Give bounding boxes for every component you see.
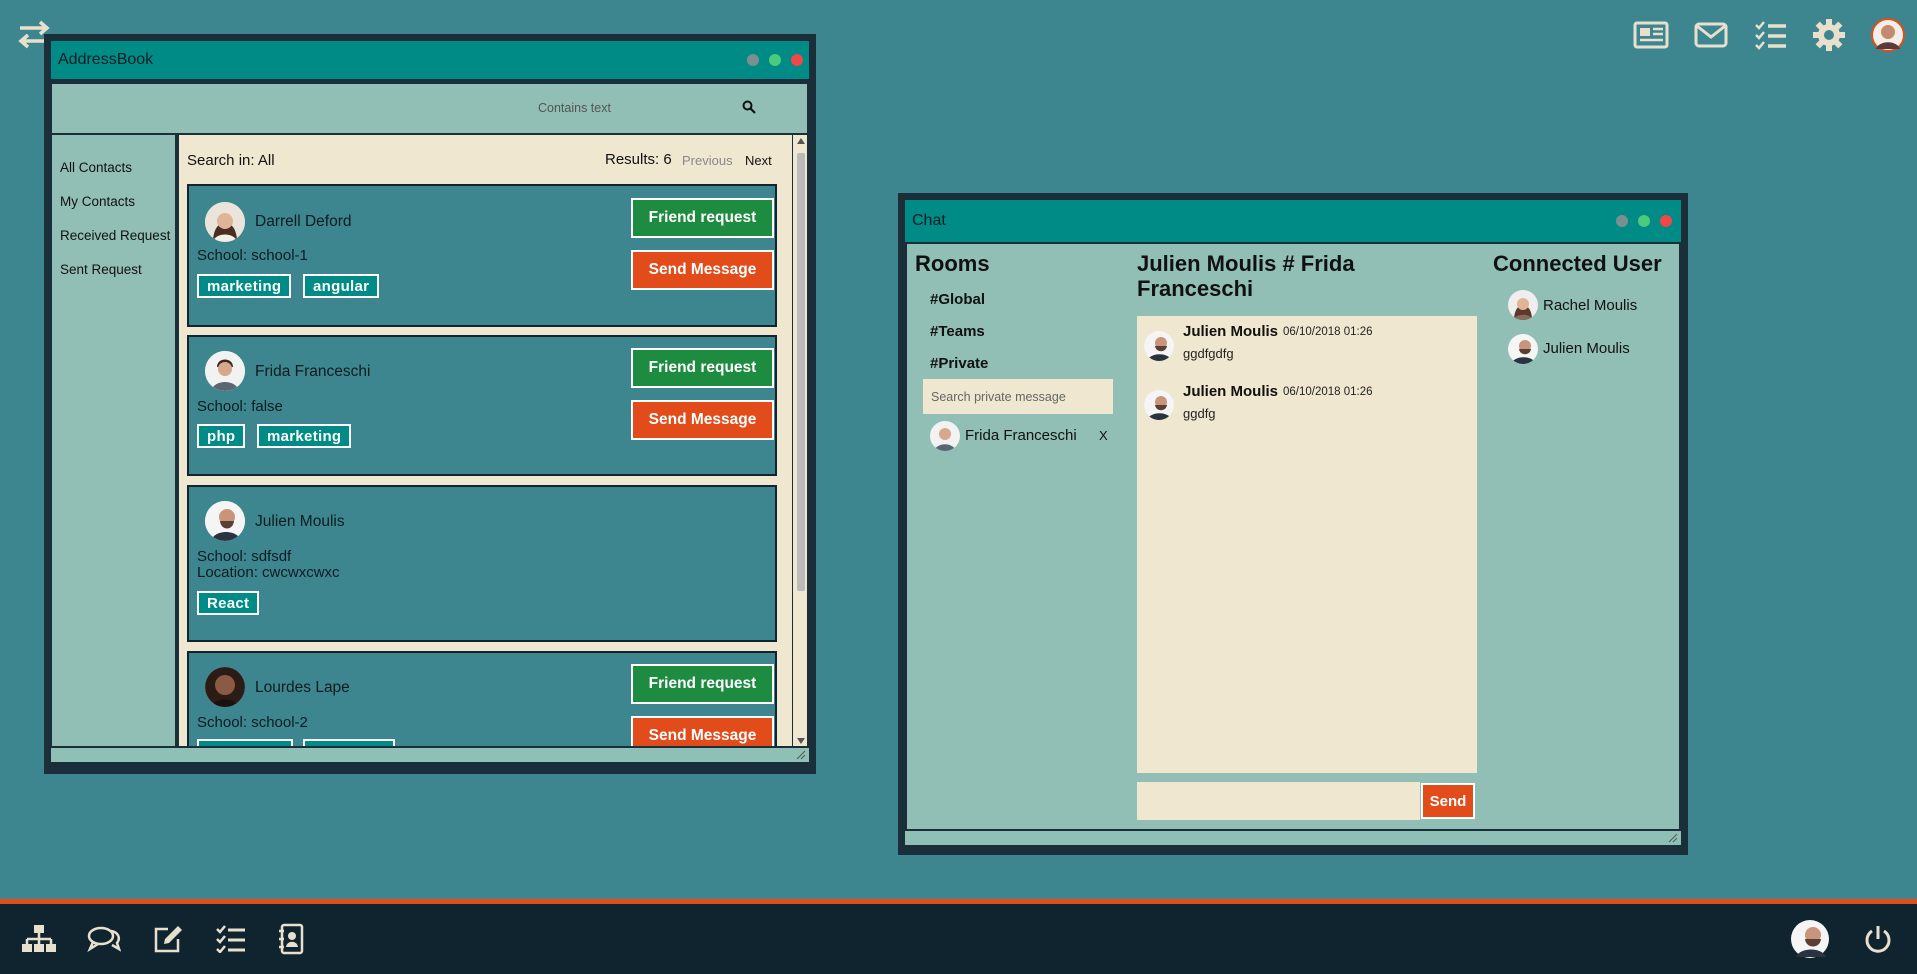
sidebar-item-sent-request[interactable]: Sent Request bbox=[60, 262, 142, 277]
user-avatar[interactable] bbox=[1867, 14, 1909, 56]
message-text: ggdfgdfg bbox=[1183, 346, 1234, 361]
close-button[interactable] bbox=[791, 54, 803, 66]
resize-handle-icon[interactable] bbox=[1668, 833, 1678, 843]
resize-handle-icon[interactable] bbox=[796, 750, 806, 760]
room-private[interactable]: #Private bbox=[930, 355, 988, 372]
minimize-button[interactable] bbox=[1616, 215, 1628, 227]
tag[interactable]: React bbox=[197, 591, 260, 615]
scrollbar-thumb[interactable] bbox=[797, 153, 805, 591]
connected-users-title: Connected User bbox=[1493, 251, 1662, 276]
private-search-input[interactable]: Search private message bbox=[923, 379, 1113, 414]
avatar bbox=[205, 667, 245, 707]
mail-icon[interactable] bbox=[1690, 14, 1732, 56]
avatar bbox=[1508, 290, 1538, 320]
friend-request-button[interactable]: Friend request bbox=[631, 198, 774, 238]
contact-location: Location: cwcwxcwxc bbox=[197, 564, 340, 581]
room-global[interactable]: #Global bbox=[930, 291, 985, 308]
close-button[interactable] bbox=[1660, 215, 1672, 227]
tag[interactable]: marketing bbox=[197, 274, 292, 298]
private-contact-close-button[interactable]: X bbox=[1099, 428, 1108, 443]
tasks-icon[interactable] bbox=[1750, 14, 1792, 56]
contact-school: School: school-2 bbox=[197, 714, 308, 731]
window-statusbar bbox=[905, 831, 1681, 845]
avatar bbox=[205, 202, 245, 242]
maximize-button[interactable] bbox=[769, 54, 781, 66]
scroll-down-icon[interactable] bbox=[797, 738, 805, 744]
send-message-button[interactable]: Send Message bbox=[631, 250, 774, 290]
message-time: 06/10/2018 01:26 bbox=[1283, 386, 1373, 398]
gear-icon[interactable] bbox=[1808, 14, 1850, 56]
news-icon[interactable] bbox=[1630, 14, 1672, 56]
tag[interactable]: angular bbox=[303, 274, 380, 298]
connected-user[interactable]: Julien Moulis bbox=[1543, 340, 1630, 357]
contact-card: Darrell Deford School: school-1 marketin… bbox=[187, 184, 777, 327]
connected-user[interactable]: Rachel Moulis bbox=[1543, 297, 1637, 314]
contact-name[interactable]: Darrell Deford bbox=[255, 213, 351, 231]
tag[interactable] bbox=[197, 739, 293, 746]
search-scope: Search in: All bbox=[187, 152, 275, 169]
message-author: Julien Moulis bbox=[1183, 323, 1279, 340]
addressbook-sidebar: All Contacts My Contacts Received Reques… bbox=[52, 135, 177, 746]
room-teams[interactable]: #Teams bbox=[930, 323, 985, 340]
send-button[interactable]: Send bbox=[1421, 783, 1475, 819]
contact-name[interactable]: Julien Moulis bbox=[255, 513, 345, 531]
user-avatar[interactable] bbox=[1790, 919, 1830, 959]
window-title[interactable]: AddressBook bbox=[51, 41, 809, 79]
sidebar-item-received-request[interactable]: Received Request bbox=[60, 228, 170, 243]
minimize-button[interactable] bbox=[747, 54, 759, 66]
contact-school: School: sdfsdf bbox=[197, 548, 292, 565]
contact-card: Julien Moulis School: sdfsdf Location: c… bbox=[187, 485, 777, 642]
contact-school: School: school-1 bbox=[197, 247, 308, 264]
maximize-button[interactable] bbox=[1638, 215, 1650, 227]
results-count: Results: 6 bbox=[605, 151, 672, 168]
tag[interactable] bbox=[303, 739, 395, 746]
contact-name[interactable]: Frida Franceschi bbox=[255, 363, 370, 381]
send-message-button[interactable]: Send Message bbox=[631, 400, 774, 440]
contact-name[interactable]: Lourdes Lape bbox=[255, 679, 350, 697]
friend-request-button[interactable]: Friend request bbox=[631, 664, 774, 704]
message-time: 06/10/2018 01:26 bbox=[1283, 326, 1373, 338]
avatar bbox=[205, 501, 245, 541]
message-input[interactable] bbox=[1137, 782, 1420, 820]
contact-list: Search in: All Results: 6 Previous Next … bbox=[179, 135, 792, 746]
avatar bbox=[1144, 390, 1174, 420]
sitemap-icon[interactable] bbox=[19, 919, 59, 959]
message-author: Julien Moulis bbox=[1183, 383, 1279, 400]
private-contact-name[interactable]: Frida Franceschi bbox=[965, 427, 1077, 444]
avatar bbox=[1508, 334, 1538, 364]
next-link[interactable]: Next bbox=[745, 153, 772, 168]
sidebar-item-my-contacts[interactable]: My Contacts bbox=[60, 194, 135, 209]
edit-icon[interactable] bbox=[148, 919, 188, 959]
previous-link[interactable]: Previous bbox=[682, 153, 733, 168]
contacts-icon[interactable] bbox=[271, 919, 311, 959]
window-title[interactable]: Chat bbox=[905, 200, 1681, 242]
chat-icon[interactable] bbox=[84, 919, 124, 959]
tag[interactable]: php bbox=[197, 424, 246, 448]
private-contact-avatar bbox=[930, 421, 960, 451]
message-text: ggdfg bbox=[1183, 406, 1216, 421]
sidebar-item-all-contacts[interactable]: All Contacts bbox=[60, 160, 132, 175]
window-statusbar bbox=[51, 748, 809, 762]
conversation-title: Julien Moulis # Frida Franceschi bbox=[1137, 251, 1355, 301]
search-input[interactable]: Contains text bbox=[538, 101, 728, 119]
search-icon[interactable] bbox=[742, 100, 756, 114]
avatar bbox=[1144, 331, 1174, 361]
tasks-icon[interactable] bbox=[211, 919, 251, 959]
friend-request-button[interactable]: Friend request bbox=[631, 348, 774, 388]
rooms-title: Rooms bbox=[915, 251, 990, 276]
scroll-up-icon[interactable] bbox=[797, 138, 805, 144]
power-icon[interactable] bbox=[1858, 919, 1898, 959]
contact-school: School: false bbox=[197, 398, 283, 415]
tag[interactable]: marketing bbox=[257, 424, 352, 448]
taskbar bbox=[0, 899, 1917, 974]
contact-card: Frida Franceschi School: false php marke… bbox=[187, 335, 777, 476]
avatar bbox=[205, 351, 245, 391]
send-message-button[interactable]: Send Message bbox=[631, 716, 774, 746]
contact-card: Lourdes Lape School: school-2 Friend req… bbox=[187, 651, 777, 746]
